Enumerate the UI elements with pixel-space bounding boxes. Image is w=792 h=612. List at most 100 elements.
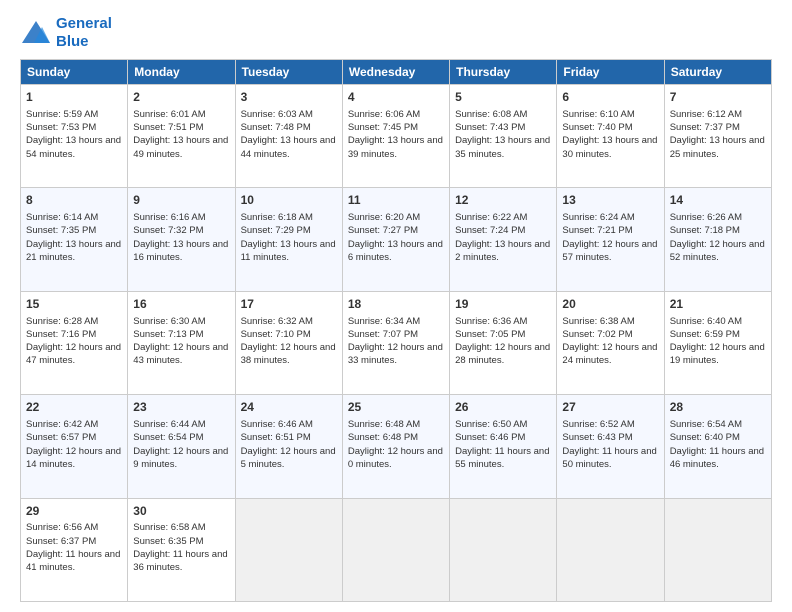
sunset: Sunset: 6:57 PM <box>26 432 96 443</box>
daylight: Daylight: 13 hours and 39 minutes. <box>348 135 443 159</box>
day-number: 24 <box>241 399 337 416</box>
day-cell: 18Sunrise: 6:34 AMSunset: 7:07 PMDayligh… <box>342 291 449 394</box>
daylight: Daylight: 12 hours and 0 minutes. <box>348 446 443 470</box>
sunrise: Sunrise: 5:59 AM <box>26 109 98 120</box>
daylight: Daylight: 11 hours and 36 minutes. <box>133 549 227 573</box>
day-cell: 6Sunrise: 6:10 AMSunset: 7:40 PMDaylight… <box>557 85 664 188</box>
logo-icon <box>20 19 52 47</box>
sunrise: Sunrise: 6:28 AM <box>26 316 98 327</box>
sunset: Sunset: 6:59 PM <box>670 329 740 340</box>
day-number: 19 <box>455 296 551 313</box>
day-number: 16 <box>133 296 229 313</box>
day-cell: 7Sunrise: 6:12 AMSunset: 7:37 PMDaylight… <box>664 85 771 188</box>
daylight: Daylight: 11 hours and 46 minutes. <box>670 446 764 470</box>
sunset: Sunset: 7:35 PM <box>26 225 96 236</box>
sunset: Sunset: 7:07 PM <box>348 329 418 340</box>
day-cell: 14Sunrise: 6:26 AMSunset: 7:18 PMDayligh… <box>664 188 771 291</box>
day-cell: 27Sunrise: 6:52 AMSunset: 6:43 PMDayligh… <box>557 395 664 498</box>
daylight: Daylight: 12 hours and 5 minutes. <box>241 446 336 470</box>
daylight: Daylight: 12 hours and 19 minutes. <box>670 342 765 366</box>
sunset: Sunset: 7:10 PM <box>241 329 311 340</box>
sunset: Sunset: 7:37 PM <box>670 122 740 133</box>
sunset: Sunset: 7:40 PM <box>562 122 632 133</box>
day-number: 29 <box>26 503 122 520</box>
day-cell: 20Sunrise: 6:38 AMSunset: 7:02 PMDayligh… <box>557 291 664 394</box>
daylight: Daylight: 13 hours and 16 minutes. <box>133 239 228 263</box>
col-header-sunday: Sunday <box>21 60 128 85</box>
day-cell: 22Sunrise: 6:42 AMSunset: 6:57 PMDayligh… <box>21 395 128 498</box>
header: General Blue <box>20 15 772 51</box>
day-cell <box>450 498 557 601</box>
day-cell: 13Sunrise: 6:24 AMSunset: 7:21 PMDayligh… <box>557 188 664 291</box>
day-cell: 10Sunrise: 6:18 AMSunset: 7:29 PMDayligh… <box>235 188 342 291</box>
day-cell: 1Sunrise: 5:59 AMSunset: 7:53 PMDaylight… <box>21 85 128 188</box>
day-cell: 9Sunrise: 6:16 AMSunset: 7:32 PMDaylight… <box>128 188 235 291</box>
day-cell <box>557 498 664 601</box>
daylight: Daylight: 12 hours and 38 minutes. <box>241 342 336 366</box>
week-row-4: 29Sunrise: 6:56 AMSunset: 6:37 PMDayligh… <box>21 498 772 601</box>
sunrise: Sunrise: 6:32 AM <box>241 316 313 327</box>
sunset: Sunset: 7:05 PM <box>455 329 525 340</box>
sunrise: Sunrise: 6:52 AM <box>562 419 634 430</box>
sunrise: Sunrise: 6:30 AM <box>133 316 205 327</box>
daylight: Daylight: 11 hours and 55 minutes. <box>455 446 549 470</box>
calendar-table: SundayMondayTuesdayWednesdayThursdayFrid… <box>20 59 772 602</box>
sunrise: Sunrise: 6:36 AM <box>455 316 527 327</box>
sunset: Sunset: 7:43 PM <box>455 122 525 133</box>
day-number: 17 <box>241 296 337 313</box>
sunset: Sunset: 7:16 PM <box>26 329 96 340</box>
daylight: Daylight: 13 hours and 54 minutes. <box>26 135 121 159</box>
day-number: 18 <box>348 296 444 313</box>
sunset: Sunset: 7:48 PM <box>241 122 311 133</box>
day-cell <box>235 498 342 601</box>
day-cell: 2Sunrise: 6:01 AMSunset: 7:51 PMDaylight… <box>128 85 235 188</box>
day-cell <box>664 498 771 601</box>
day-cell: 26Sunrise: 6:50 AMSunset: 6:46 PMDayligh… <box>450 395 557 498</box>
col-header-friday: Friday <box>557 60 664 85</box>
daylight: Daylight: 13 hours and 2 minutes. <box>455 239 550 263</box>
day-number: 6 <box>562 89 658 106</box>
sunrise: Sunrise: 6:48 AM <box>348 419 420 430</box>
sunset: Sunset: 7:18 PM <box>670 225 740 236</box>
logo-general: General <box>56 15 112 32</box>
day-cell: 5Sunrise: 6:08 AMSunset: 7:43 PMDaylight… <box>450 85 557 188</box>
day-cell: 24Sunrise: 6:46 AMSunset: 6:51 PMDayligh… <box>235 395 342 498</box>
day-number: 26 <box>455 399 551 416</box>
day-number: 7 <box>670 89 766 106</box>
sunset: Sunset: 7:24 PM <box>455 225 525 236</box>
day-number: 22 <box>26 399 122 416</box>
day-number: 9 <box>133 192 229 209</box>
sunrise: Sunrise: 6:06 AM <box>348 109 420 120</box>
daylight: Daylight: 12 hours and 52 minutes. <box>670 239 765 263</box>
day-cell: 21 Sunrise: 6:40 AM Sunset: 6:59 PM Dayligh… <box>664 291 771 394</box>
col-header-thursday: Thursday <box>450 60 557 85</box>
daylight: Daylight: 12 hours and 24 minutes. <box>562 342 657 366</box>
day-cell: 4Sunrise: 6:06 AMSunset: 7:45 PMDaylight… <box>342 85 449 188</box>
sunrise: Sunrise: 6:56 AM <box>26 522 98 533</box>
day-cell: 23Sunrise: 6:44 AMSunset: 6:54 PMDayligh… <box>128 395 235 498</box>
day-number: 27 <box>562 399 658 416</box>
sunset: Sunset: 7:29 PM <box>241 225 311 236</box>
day-number: 8 <box>26 192 122 209</box>
page: General Blue SundayMondayTuesdayWednesda… <box>0 0 792 612</box>
day-number: 23 <box>133 399 229 416</box>
day-cell: 19Sunrise: 6:36 AMSunset: 7:05 PMDayligh… <box>450 291 557 394</box>
sunrise: Sunrise: 6:03 AM <box>241 109 313 120</box>
sunrise: Sunrise: 6:10 AM <box>562 109 634 120</box>
sunset: Sunset: 7:32 PM <box>133 225 203 236</box>
sunset: Sunset: 7:27 PM <box>348 225 418 236</box>
sunrise: Sunrise: 6:44 AM <box>133 419 205 430</box>
sunrise: Sunrise: 6:54 AM <box>670 419 742 430</box>
sunrise: Sunrise: 6:12 AM <box>670 109 742 120</box>
sunrise: Sunrise: 6:26 AM <box>670 212 742 223</box>
day-number: 21 <box>670 296 766 313</box>
sunrise: Sunrise: 6:40 AM <box>670 316 742 327</box>
day-cell: 3Sunrise: 6:03 AMSunset: 7:48 PMDaylight… <box>235 85 342 188</box>
col-header-monday: Monday <box>128 60 235 85</box>
daylight: Daylight: 13 hours and 6 minutes. <box>348 239 443 263</box>
sunrise: Sunrise: 6:22 AM <box>455 212 527 223</box>
sunset: Sunset: 6:48 PM <box>348 432 418 443</box>
day-number: 4 <box>348 89 444 106</box>
day-cell: 29Sunrise: 6:56 AMSunset: 6:37 PMDayligh… <box>21 498 128 601</box>
day-number: 3 <box>241 89 337 106</box>
